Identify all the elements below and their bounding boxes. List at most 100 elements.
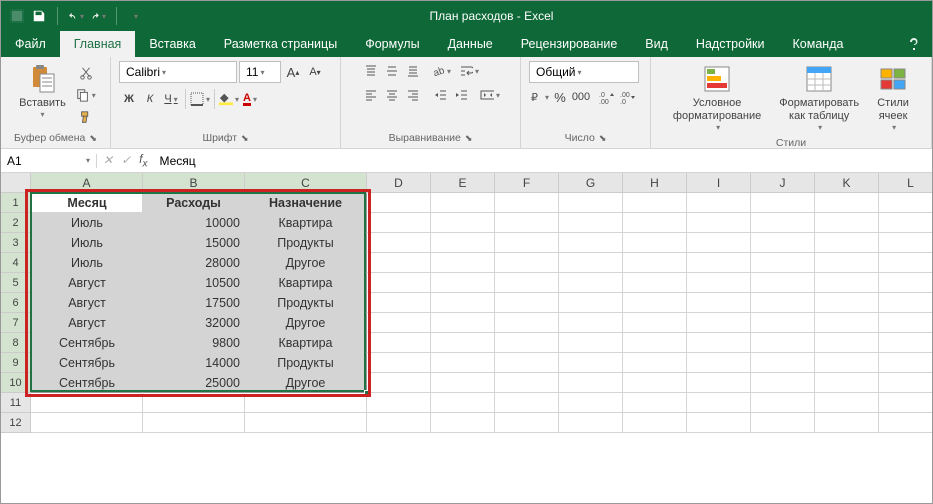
cell-H4[interactable] — [623, 253, 687, 273]
cell-D4[interactable] — [367, 253, 431, 273]
cell-F9[interactable] — [495, 353, 559, 373]
cell-K2[interactable] — [815, 213, 879, 233]
increase-decimal-button[interactable]: .0.00 — [597, 87, 617, 107]
cell-B7[interactable]: 32000 — [143, 313, 245, 333]
cell-K9[interactable] — [815, 353, 879, 373]
undo-icon[interactable] — [68, 8, 84, 24]
cell-A1[interactable]: Месяц — [31, 193, 143, 213]
worksheet[interactable]: ABCDEFGHIJKL1МесяцРасходыНазначение2Июль… — [1, 173, 932, 503]
cell-A9[interactable]: Сентябрь — [31, 353, 143, 373]
cell-J1[interactable] — [751, 193, 815, 213]
cell-L7[interactable] — [879, 313, 932, 333]
tab-review[interactable]: Рецензирование — [507, 31, 632, 57]
cell-K1[interactable] — [815, 193, 879, 213]
cell-E11[interactable] — [431, 393, 495, 413]
cell-B4[interactable]: 28000 — [143, 253, 245, 273]
row-header-8[interactable]: 8 — [1, 333, 31, 353]
cell-E12[interactable] — [431, 413, 495, 433]
cell-E9[interactable] — [431, 353, 495, 373]
cell-L2[interactable] — [879, 213, 932, 233]
cell-A5[interactable]: Август — [31, 273, 143, 293]
col-header-I[interactable]: I — [687, 173, 751, 193]
cell-C8[interactable]: Квартира — [245, 333, 367, 353]
tab-team[interactable]: Команда — [779, 31, 858, 57]
cell-C10[interactable]: Другое — [245, 373, 367, 393]
cell-B12[interactable] — [143, 413, 245, 433]
font-color-button[interactable]: A — [240, 89, 260, 109]
cell-E6[interactable] — [431, 293, 495, 313]
tab-formulas[interactable]: Формулы — [351, 31, 433, 57]
border-button[interactable] — [190, 89, 210, 109]
cell-D11[interactable] — [367, 393, 431, 413]
row-header-12[interactable]: 12 — [1, 413, 31, 433]
cell-C6[interactable]: Продукты — [245, 293, 367, 313]
underline-button[interactable]: Ч — [161, 89, 181, 109]
col-header-F[interactable]: F — [495, 173, 559, 193]
cell-A8[interactable]: Сентябрь — [31, 333, 143, 353]
cell-F5[interactable] — [495, 273, 559, 293]
cell-J3[interactable] — [751, 233, 815, 253]
col-header-D[interactable]: D — [367, 173, 431, 193]
cell-K5[interactable] — [815, 273, 879, 293]
tab-view[interactable]: Вид — [631, 31, 682, 57]
cell-J10[interactable] — [751, 373, 815, 393]
cell-L12[interactable] — [879, 413, 932, 433]
save-icon[interactable] — [31, 8, 47, 24]
cell-G11[interactable] — [559, 393, 623, 413]
cell-E5[interactable] — [431, 273, 495, 293]
col-header-E[interactable]: E — [431, 173, 495, 193]
comma-format-button[interactable]: 000 — [571, 87, 591, 107]
cell-I7[interactable] — [687, 313, 751, 333]
cell-G4[interactable] — [559, 253, 623, 273]
cell-B2[interactable]: 10000 — [143, 213, 245, 233]
tab-pagelayout[interactable]: Разметка страницы — [210, 31, 351, 57]
cell-L1[interactable] — [879, 193, 932, 213]
align-top-button[interactable] — [361, 61, 381, 81]
align-left-button[interactable] — [361, 85, 381, 105]
col-header-B[interactable]: B — [143, 173, 245, 193]
cell-K11[interactable] — [815, 393, 879, 413]
cell-L6[interactable] — [879, 293, 932, 313]
format-painter-button[interactable] — [76, 107, 96, 127]
italic-button[interactable]: К — [140, 89, 160, 109]
cell-J2[interactable] — [751, 213, 815, 233]
cell-D7[interactable] — [367, 313, 431, 333]
cell-G10[interactable] — [559, 373, 623, 393]
cell-I9[interactable] — [687, 353, 751, 373]
cell-L11[interactable] — [879, 393, 932, 413]
merge-button[interactable] — [480, 85, 500, 105]
cell-A6[interactable]: Август — [31, 293, 143, 313]
cell-K10[interactable] — [815, 373, 879, 393]
select-all-corner[interactable] — [1, 173, 31, 193]
cell-B9[interactable]: 14000 — [143, 353, 245, 373]
cell-E7[interactable] — [431, 313, 495, 333]
cell-K8[interactable] — [815, 333, 879, 353]
redo-icon[interactable] — [90, 8, 106, 24]
cell-H6[interactable] — [623, 293, 687, 313]
cell-G3[interactable] — [559, 233, 623, 253]
cell-B5[interactable]: 10500 — [143, 273, 245, 293]
cell-L9[interactable] — [879, 353, 932, 373]
cell-D6[interactable] — [367, 293, 431, 313]
cell-H2[interactable] — [623, 213, 687, 233]
cell-L8[interactable] — [879, 333, 932, 353]
tab-insert[interactable]: Вставка — [135, 31, 209, 57]
qat-customize-icon[interactable] — [127, 8, 143, 24]
cell-B10[interactable]: 25000 — [143, 373, 245, 393]
conditional-formatting-button[interactable]: Условное форматирование — [669, 61, 765, 135]
cell-J7[interactable] — [751, 313, 815, 333]
col-header-C[interactable]: C — [245, 173, 367, 193]
font-launcher[interactable]: ⬊ — [241, 133, 249, 144]
cell-H8[interactable] — [623, 333, 687, 353]
cell-B8[interactable]: 9800 — [143, 333, 245, 353]
bold-button[interactable]: Ж — [119, 89, 139, 109]
cell-E2[interactable] — [431, 213, 495, 233]
cell-A7[interactable]: Август — [31, 313, 143, 333]
number-format-combo[interactable]: Общий — [529, 61, 639, 83]
cell-G1[interactable] — [559, 193, 623, 213]
paste-button[interactable]: Вставить ▾ — [15, 61, 70, 122]
cell-D5[interactable] — [367, 273, 431, 293]
cell-K6[interactable] — [815, 293, 879, 313]
cell-J4[interactable] — [751, 253, 815, 273]
cell-A10[interactable]: Сентябрь — [31, 373, 143, 393]
